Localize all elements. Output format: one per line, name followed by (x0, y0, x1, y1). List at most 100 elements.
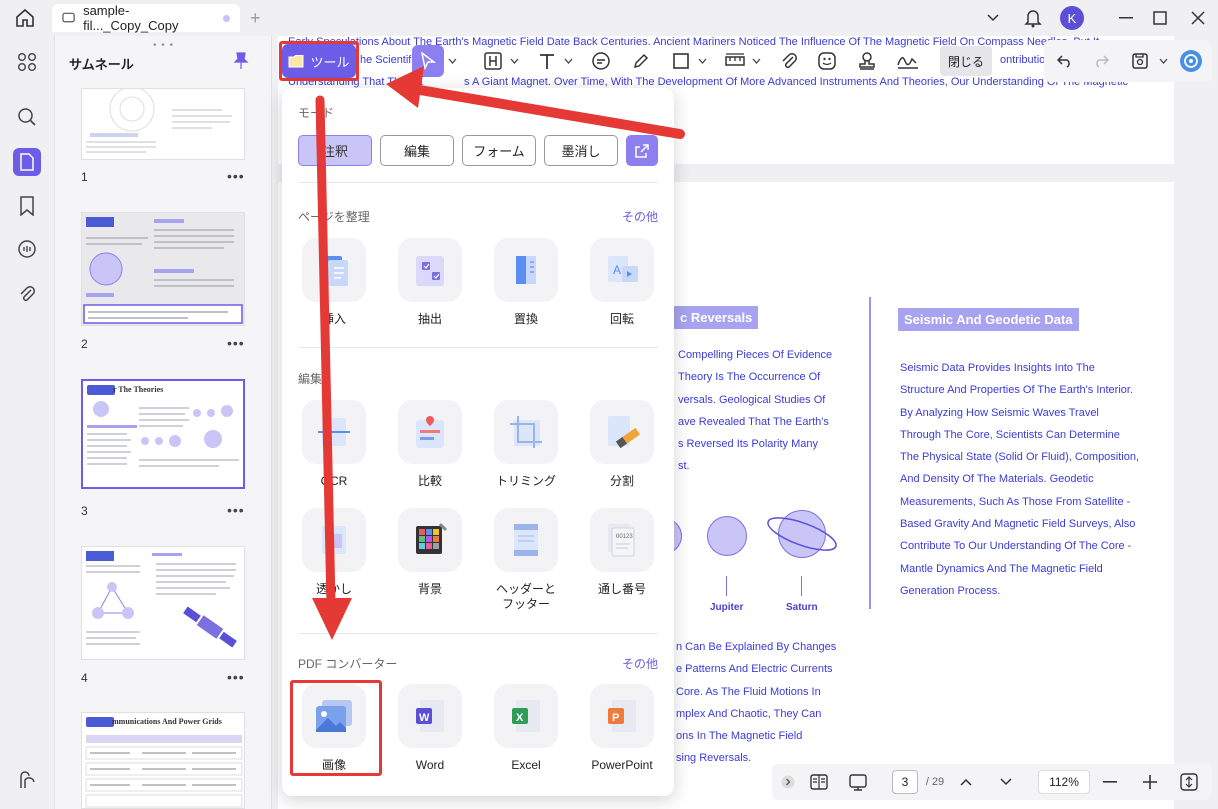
close-window-button[interactable] (1188, 6, 1208, 30)
thumbnail-page-3[interactable]: r The Theories (81, 379, 245, 489)
title-bar: sample-fil..._Copy_Copy + K (0, 0, 1218, 36)
text-column-right: Seismic Data Provides Insights Into The S… (900, 362, 1140, 597)
replace-tile[interactable] (494, 238, 558, 302)
search-icon[interactable] (13, 103, 41, 131)
save-icon[interactable] (1128, 46, 1152, 76)
page-view-icon[interactable] (808, 770, 830, 794)
home-icon[interactable] (14, 7, 38, 29)
bates-number-icon: 00123 (608, 524, 635, 557)
bell-icon[interactable] (1022, 6, 1044, 30)
rotate-tile[interactable]: A (590, 238, 654, 302)
zoom-in-icon[interactable] (1140, 770, 1160, 794)
mode-edit[interactable]: 編集 (380, 135, 454, 166)
mode-annotate[interactable]: 注釈 (298, 135, 372, 166)
compare-tile[interactable] (398, 400, 462, 464)
minimize-button[interactable] (1116, 6, 1136, 30)
pencil-icon[interactable] (628, 46, 654, 76)
to-word-tile[interactable]: W (398, 684, 462, 748)
chevron-down-icon[interactable] (508, 46, 520, 76)
thumbnail-icon[interactable] (13, 148, 41, 176)
tick-line (726, 576, 727, 596)
redo-icon[interactable] (1090, 46, 1112, 76)
mode-redact[interactable]: 墨消し (544, 135, 618, 166)
powerpoint-icon: P (608, 700, 636, 732)
pin-icon[interactable] (233, 52, 249, 70)
attachment-icon[interactable] (13, 280, 41, 308)
sticker-icon[interactable] (814, 46, 840, 76)
ai-assistant-icon[interactable] (1178, 46, 1204, 76)
section-title: モード (298, 106, 335, 120)
document-tab[interactable]: sample-fil..._Copy_Copy (52, 3, 240, 33)
measure-icon[interactable] (722, 46, 748, 76)
extract-tile[interactable] (398, 238, 462, 302)
to-excel-tile[interactable]: X (494, 684, 558, 748)
more-link[interactable]: その他 (622, 208, 658, 225)
paragraph-line: he Scientif (360, 54, 412, 66)
new-tab-button[interactable]: + (250, 8, 261, 29)
chevron-down-icon[interactable] (984, 6, 1002, 30)
tile-label: 置換 (513, 312, 538, 326)
bookmark-icon[interactable] (13, 192, 41, 220)
signature-icon[interactable] (894, 46, 922, 76)
presentation-icon[interactable] (846, 770, 872, 794)
svg-text:X: X (516, 712, 524, 724)
page-number: 2 (81, 337, 88, 351)
select-tool-button[interactable] (412, 45, 444, 77)
text-tool-icon[interactable] (534, 46, 560, 76)
tile-label: 抽出 (417, 312, 442, 326)
zoom-out-icon[interactable] (1100, 770, 1120, 794)
stamp-icon[interactable] (854, 46, 880, 76)
layers-icon[interactable] (13, 766, 41, 794)
apps-icon[interactable] (13, 48, 41, 76)
more-link[interactable]: その他 (622, 655, 658, 672)
previous-page-icon[interactable] (956, 770, 976, 794)
attachment-icon[interactable] (776, 46, 802, 76)
thumbnail-page-2[interactable] (81, 212, 245, 326)
avatar[interactable]: K (1060, 6, 1084, 30)
thumbnail-page-5[interactable]: mmunications And Power Grids (81, 712, 245, 809)
zoom-level[interactable]: 112% (1038, 770, 1090, 794)
insert-tile[interactable] (302, 238, 366, 302)
tick-line (801, 576, 802, 596)
mode-form[interactable]: フォーム (462, 135, 536, 166)
chevron-down-icon[interactable] (1156, 46, 1170, 76)
maximize-button[interactable] (1150, 6, 1170, 30)
close-tools-button[interactable]: 閉じる (940, 46, 992, 76)
watermark-tile[interactable] (302, 508, 366, 572)
page-number: 4 (81, 671, 88, 685)
ocr-tile[interactable] (302, 400, 366, 464)
highlight-tool-icon[interactable] (480, 46, 506, 76)
thumbnail-page-1[interactable] (81, 88, 245, 160)
rectangle-icon[interactable] (668, 46, 694, 76)
tile-label: 背景 (417, 582, 442, 596)
next-page-icon[interactable] (996, 770, 1016, 794)
thumbnail-page-4[interactable] (81, 546, 245, 660)
text-column-lower: n Can Be Explained By Changes e Patterns … (676, 641, 837, 765)
undo-icon[interactable] (1054, 46, 1076, 76)
more-options-icon[interactable]: ••• (227, 335, 245, 351)
thumbnail-preview (86, 551, 237, 648)
crop-tile[interactable] (494, 400, 558, 464)
comment-tool-icon[interactable] (588, 46, 614, 76)
tile-label: 透かし (315, 582, 352, 596)
fit-page-icon[interactable] (1178, 770, 1200, 794)
more-options-icon[interactable]: ••• (227, 502, 245, 518)
header-footer-tile[interactable] (494, 508, 558, 572)
more-options-icon[interactable]: ••• (227, 669, 245, 685)
to-powerpoint-tile[interactable]: P (590, 684, 654, 748)
chevron-down-icon[interactable] (696, 46, 708, 76)
split-tile[interactable] (590, 400, 654, 464)
chevron-down-icon[interactable] (750, 46, 762, 76)
comment-icon[interactable] (13, 235, 41, 263)
chevron-down-icon[interactable] (446, 46, 458, 76)
drag-handle[interactable]: • • • (153, 40, 174, 51)
divider (298, 182, 658, 183)
bates-number-tile[interactable]: 00123 (590, 508, 654, 572)
background-tile[interactable] (398, 508, 462, 572)
chevron-down-icon[interactable] (562, 46, 574, 76)
open-external-button[interactable] (626, 135, 658, 166)
more-options-icon[interactable]: ••• (227, 168, 245, 184)
collapse-icon[interactable] (780, 770, 796, 794)
ocr-icon (318, 418, 350, 446)
page-number-input[interactable]: 3 (892, 770, 918, 794)
